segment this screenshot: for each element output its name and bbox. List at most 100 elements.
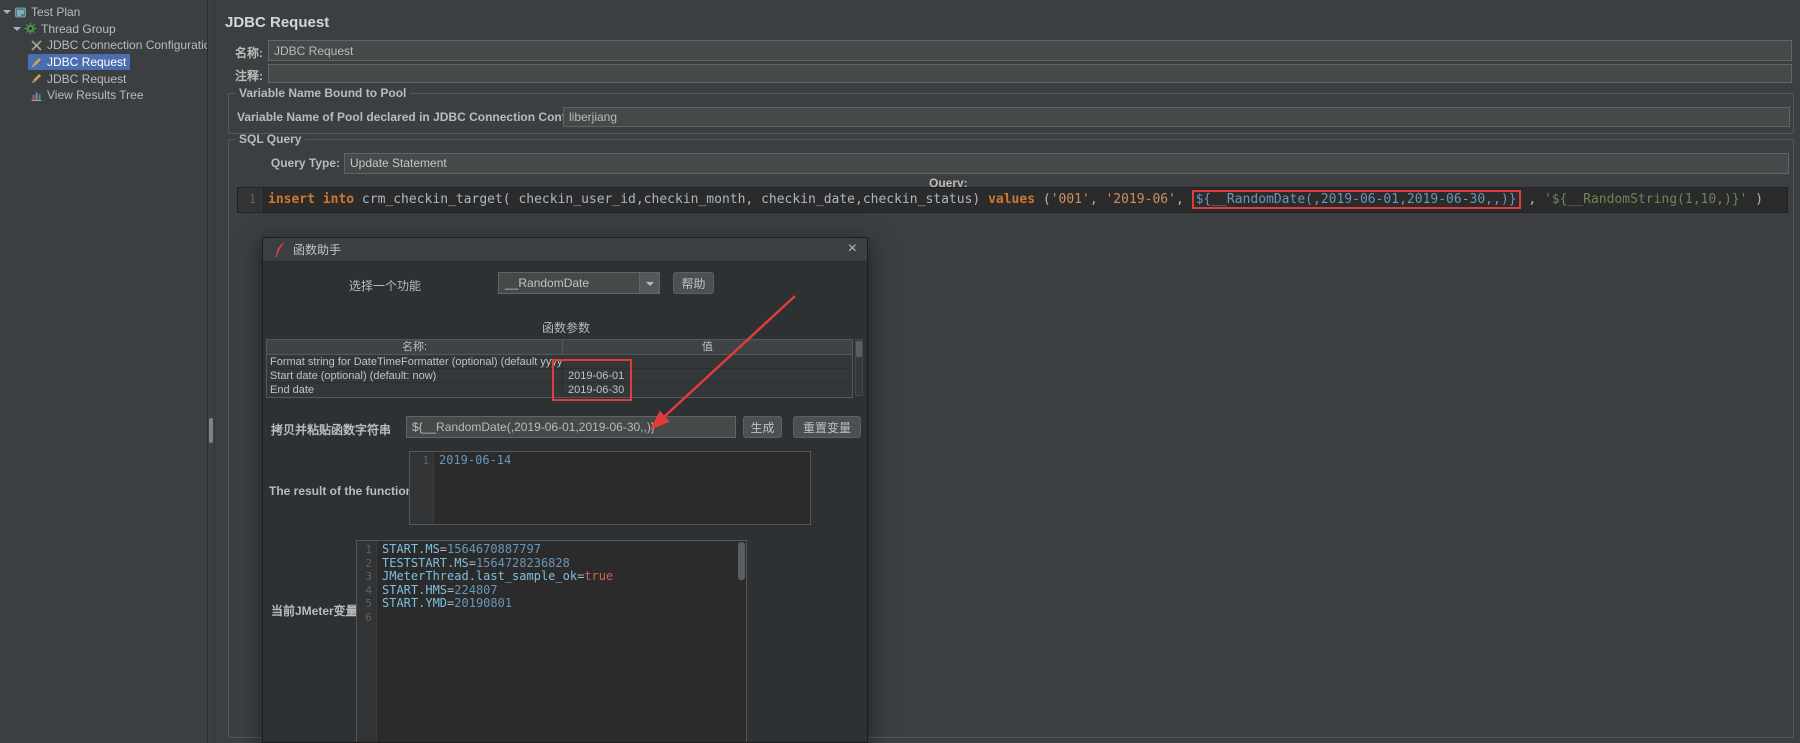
sql-token: insert into [268, 192, 362, 207]
tree-item-content[interactable]: View Results Tree [28, 87, 148, 103]
function-helper-dialog: 函数助手 × 选择一个功能 __RandomDate 帮助 函数参数 名称: 值… [262, 237, 868, 743]
param-name-cell: Format string for DateTimeFormatter (opt… [270, 356, 562, 368]
choose-function-label: 选择一个功能 [349, 279, 422, 293]
value-column-header: 值 [562, 340, 852, 354]
variables-line-numbers: 1 2 3 4 5 6 [357, 541, 377, 742]
jmeter-variables-editor[interactable]: 1 2 3 4 5 6 START.MS=1564670887797 TESTST… [356, 540, 747, 742]
current-variables-label: 当前JMeter变量 [271, 604, 358, 618]
function-select[interactable]: __RandomDate [498, 272, 660, 294]
sampler-icon [30, 72, 43, 85]
sql-token: , [1175, 192, 1192, 207]
dialog-titlebar[interactable]: 函数助手 × [263, 238, 867, 262]
params-table: 名称: 值 Format string for DateTimeFormatte… [266, 339, 853, 398]
jmeter-variable-line: TESTSTART.MS=1564728236828 [382, 555, 570, 570]
expand-arrow-icon[interactable] [2, 6, 12, 18]
sql-token: '${__RandomString(1,10,)}' [1543, 192, 1748, 207]
tree-item-jdbc-request-1[interactable]: JDBC Request [0, 54, 207, 71]
tree-item-thread-group[interactable]: Thread Group [0, 21, 207, 38]
param-value-cell[interactable]: 2019-06-01 [562, 369, 852, 382]
pool-group-title: Variable Name Bound to Pool [239, 86, 407, 100]
sql-token: , [1520, 192, 1544, 207]
tree-item-label: JDBC Request [47, 55, 127, 70]
param-row[interactable]: Format string for DateTimeFormatter (opt… [267, 355, 852, 369]
tree-item-content[interactable]: JDBC Request [28, 54, 131, 71]
param-row[interactable]: End date 2019-06-30 [267, 383, 852, 397]
param-value-cell[interactable]: 2019-06-30 [562, 383, 852, 397]
jmeter-variable-line: START.MS=1564670887797 [382, 542, 541, 556]
tree-item-content[interactable]: Thread Group [22, 21, 120, 37]
jmeter-feather-icon [273, 241, 287, 258]
thread-group-icon [24, 22, 37, 35]
result-editor[interactable]: 1 2019-06-14 [409, 451, 811, 525]
params-table-header: 名称: 值 [267, 340, 852, 355]
sql-token: ) [1747, 192, 1764, 207]
params-table-scrollbar[interactable] [855, 339, 863, 396]
query-type-label: Query Type: [270, 156, 340, 170]
jmeter-variable-line: START.YMD=20190801 [382, 596, 513, 611]
param-name-cell: End date [270, 384, 315, 396]
generate-button[interactable]: 生成 [743, 416, 782, 438]
tree-item-content[interactable]: Test Plan [12, 4, 84, 20]
config-icon [30, 39, 43, 52]
annotation-box-sql-token: ${__RandomDate(,2019-06-01,2019-06-30,,)… [1191, 190, 1521, 209]
tree-item-label: Thread Group [41, 21, 116, 36]
query-type-select[interactable]: Update Statement [344, 153, 1789, 174]
sql-token: values [988, 192, 1043, 207]
tree-item-content[interactable]: JDBC Connection Configuration [28, 37, 208, 53]
sql-query-editor[interactable]: 1 insert into crm_checkin_target( checki… [237, 187, 1788, 213]
variables-scrollbar[interactable] [738, 542, 745, 580]
tree-item-label: Test Plan [31, 5, 81, 20]
params-table-body: Format string for DateTimeFormatter (opt… [267, 355, 852, 397]
name-column-header: 名称: [401, 341, 428, 353]
function-params-title: 函数参数 [541, 321, 590, 335]
function-select-value: __RandomDate [505, 276, 590, 290]
sql-token: ( [1042, 192, 1051, 207]
jmeter-window: Test Plan Thread Group JDBC Connection Con… [0, 0, 1800, 743]
result-content: 2019-06-14 [434, 452, 810, 524]
page-title: JDBC Request [225, 14, 330, 31]
result-label: The result of the function is [269, 484, 427, 498]
panel-splitter[interactable] [208, 0, 215, 743]
expand-arrow-icon[interactable] [12, 23, 22, 35]
test-plan-icon [14, 6, 27, 19]
sql-token: , [1089, 192, 1106, 207]
variables-content: START.MS=1564670887797 TESTSTART.MS=15647… [377, 541, 746, 742]
sql-token: crm_checkin_target( checkin_user_id,chec… [361, 192, 989, 207]
reset-variables-button[interactable]: 重置变量 [793, 416, 861, 438]
sql-token: '001' [1050, 192, 1090, 207]
tree-item-label: View Results Tree [47, 88, 144, 103]
function-string-input[interactable] [406, 416, 736, 438]
tree-item-jdbc-request-2[interactable]: JDBC Request [0, 70, 207, 87]
tree-item-view-results-tree[interactable]: View Results Tree [0, 87, 207, 104]
sampler-icon [30, 56, 43, 69]
name-label: 名称: [235, 46, 263, 60]
tree-item-label: JDBC Connection Configuration [47, 38, 208, 53]
result-value: 2019-06-14 [439, 453, 512, 467]
comments-label: 注释: [235, 69, 263, 83]
result-line-numbers: 1 [410, 452, 434, 524]
jmeter-variable-line: START.HMS=224807 [382, 582, 498, 597]
tree-item-label: JDBC Request [47, 71, 127, 86]
tree-item-content[interactable]: JDBC Request [28, 71, 130, 87]
help-button[interactable]: 帮助 [673, 272, 714, 294]
dialog-title: 函数助手 [293, 243, 342, 257]
comments-input[interactable] [268, 64, 1792, 83]
tree-item-jdbc-connection-configuration[interactable]: JDBC Connection Configuration [0, 37, 207, 54]
splitter-handle-icon[interactable] [209, 418, 213, 443]
close-icon[interactable]: × [848, 240, 857, 258]
listener-icon [30, 89, 43, 102]
param-value-cell[interactable] [562, 355, 852, 368]
test-plan-tree: Test Plan Thread Group JDBC Connection Con… [0, 0, 208, 743]
jmeter-variable-line: JMeterThread.last_sample_ok=true [382, 569, 614, 584]
tree-item-test-plan[interactable]: Test Plan [0, 4, 207, 21]
sql-query-group-title: SQL Query [239, 132, 302, 146]
scrollbar-thumb[interactable] [856, 341, 862, 357]
param-row[interactable]: Start date (optional) (default: now) 2019… [267, 369, 852, 383]
sql-code-line: insert into crm_checkin_target( checkin_… [262, 188, 1787, 212]
param-name-cell: Start date (optional) (default: now) [270, 370, 437, 382]
pool-variable-input[interactable] [563, 107, 1790, 127]
name-input[interactable] [268, 40, 1792, 61]
sql-line-numbers: 1 [238, 188, 262, 212]
copy-function-label: 拷贝并粘贴函数字符串 [271, 423, 392, 437]
chevron-down-icon[interactable] [639, 273, 659, 293]
